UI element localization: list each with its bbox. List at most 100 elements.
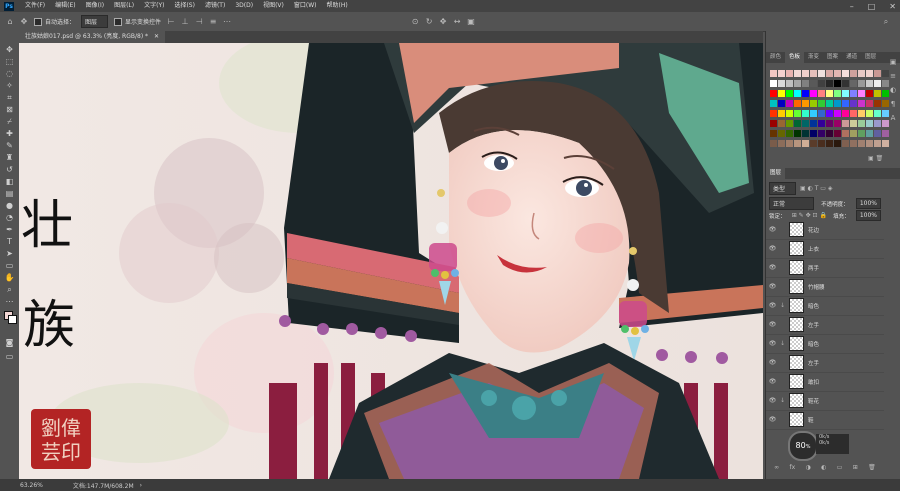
swatch-chip[interactable] xyxy=(818,80,825,87)
more-tools-icon[interactable]: ⋯ xyxy=(4,296,15,307)
layer-row[interactable]: 👁 两手 xyxy=(766,258,884,278)
swatch-chip[interactable] xyxy=(858,130,865,137)
swatch-chip[interactable] xyxy=(834,140,841,147)
eye-icon[interactable]: 👁 xyxy=(768,359,777,366)
swatch-chip[interactable] xyxy=(834,110,841,117)
minimize-icon[interactable]: – xyxy=(850,2,854,11)
3d-mode-icon[interactable]: ⊙ xyxy=(411,17,419,26)
swatch-chip[interactable] xyxy=(810,120,817,127)
swatch-chip[interactable] xyxy=(770,120,777,127)
swatch-chip[interactable] xyxy=(794,70,801,77)
eye-icon[interactable]: 👁 xyxy=(768,245,777,252)
tab-channels[interactable]: 通道 xyxy=(842,52,861,63)
swatch-chip[interactable] xyxy=(770,80,777,87)
swatch-chip[interactable] xyxy=(794,140,801,147)
swatch-chip[interactable] xyxy=(786,110,793,117)
swatch-chip[interactable] xyxy=(802,140,809,147)
status-arrow-icon[interactable]: › xyxy=(140,482,142,489)
canvas[interactable]: 壮 族 劉偉 芸印 xyxy=(19,43,763,479)
swatch-chip[interactable] xyxy=(802,130,809,137)
align-left-icon[interactable]: ⊢ xyxy=(167,17,175,26)
swatch-chip[interactable] xyxy=(858,100,865,107)
tab-color[interactable]: 颜色 xyxy=(766,52,785,63)
camera-icon[interactable]: ▣ xyxy=(467,17,475,26)
color-swatches-icon[interactable] xyxy=(4,311,17,324)
show-transform-option[interactable]: 显示变换控件 xyxy=(114,17,161,26)
swatch-chip[interactable] xyxy=(786,70,793,77)
swatch-chip[interactable] xyxy=(834,90,841,97)
swatch-chip[interactable] xyxy=(786,140,793,147)
swatch-chip[interactable] xyxy=(778,70,785,77)
tab-patterns[interactable]: 图案 xyxy=(823,52,842,63)
swatch-chip[interactable] xyxy=(874,90,881,97)
eye-icon[interactable]: 👁 xyxy=(768,283,777,290)
swatch-chip[interactable] xyxy=(850,130,857,137)
align-right-icon[interactable]: ⊣ xyxy=(195,17,203,26)
swatch-chip[interactable] xyxy=(850,120,857,127)
swatch-chip[interactable] xyxy=(842,100,849,107)
swatch-chip[interactable] xyxy=(818,70,825,77)
eye-icon[interactable]: 👁 xyxy=(768,264,777,271)
fx-icon[interactable]: fx xyxy=(790,464,796,476)
new-layer-icon[interactable]: ⊞ xyxy=(853,464,858,476)
swatch-chip[interactable] xyxy=(794,90,801,97)
more-options-icon[interactable]: ⋯ xyxy=(223,17,231,26)
menu-3d[interactable]: 3D(D) xyxy=(230,0,258,12)
swatch-chip[interactable] xyxy=(834,120,841,127)
quick-mask-icon[interactable]: ◙ xyxy=(4,337,15,348)
type-tool-icon[interactable]: T xyxy=(4,236,15,247)
paragraph-icon[interactable]: ¶ xyxy=(886,97,900,111)
menu-filter[interactable]: 滤镜(T) xyxy=(200,0,230,12)
tab-layers-top[interactable]: 图层 xyxy=(861,52,880,63)
eye-icon[interactable]: 👁 xyxy=(768,226,777,233)
swatch-chip[interactable] xyxy=(842,90,849,97)
swatch-chip[interactable] xyxy=(802,110,809,117)
swatch-chip[interactable] xyxy=(802,80,809,87)
swatch-chip[interactable] xyxy=(794,110,801,117)
menu-view[interactable]: 视图(V) xyxy=(258,0,289,12)
maximize-icon[interactable]: □ xyxy=(868,2,876,11)
swatch-chip[interactable] xyxy=(826,130,833,137)
swatch-chip[interactable] xyxy=(778,100,785,107)
swatch-chip[interactable] xyxy=(826,120,833,127)
auto-select-dropdown[interactable]: 图层 xyxy=(81,15,109,28)
swatch-chip[interactable] xyxy=(802,90,809,97)
move-tool-icon[interactable]: ✥ xyxy=(20,17,28,26)
eraser-icon[interactable]: ◧ xyxy=(4,176,15,187)
auto-select-checkbox[interactable] xyxy=(34,17,42,26)
layer-row[interactable]: 👁 ↓ 鞋花 xyxy=(766,391,884,411)
swatch-chip[interactable] xyxy=(842,140,849,147)
slide-3d-icon[interactable]: ↔ xyxy=(453,17,461,26)
swatch-chip[interactable] xyxy=(786,120,793,127)
eye-icon[interactable]: 👁 xyxy=(768,302,777,309)
swatch-chip[interactable] xyxy=(778,80,785,87)
swatch-chip[interactable] xyxy=(770,140,777,147)
swatch-chip[interactable] xyxy=(786,90,793,97)
history-brush-icon[interactable]: ↺ xyxy=(4,164,15,175)
swatch-chip[interactable] xyxy=(874,100,881,107)
move-tool-icon[interactable]: ✥ xyxy=(4,44,15,55)
swatch-chip[interactable] xyxy=(810,130,817,137)
home-icon[interactable]: ⌂ xyxy=(6,17,14,26)
swatch-chip[interactable] xyxy=(866,110,873,117)
layer-row[interactable]: 👁 敢扣 xyxy=(766,372,884,392)
swatch-chip[interactable] xyxy=(850,80,857,87)
layer-row[interactable]: 👁 花边 xyxy=(766,220,884,240)
swatch-chip[interactable] xyxy=(810,110,817,117)
swatch-chip[interactable] xyxy=(858,90,865,97)
swatch-chip[interactable] xyxy=(818,130,825,137)
zoom-level[interactable]: 63.26% xyxy=(20,482,43,489)
swatch-chip[interactable] xyxy=(778,90,785,97)
close-icon[interactable]: ✕ xyxy=(889,2,896,11)
path-select-icon[interactable]: ➤ xyxy=(4,248,15,259)
document-size[interactable]: 文档:147.7M/608.2M xyxy=(73,481,134,490)
eye-icon[interactable]: 👁 xyxy=(768,397,777,404)
swatch-chip[interactable] xyxy=(866,80,873,87)
brush-tool-icon[interactable]: ✎ xyxy=(4,140,15,151)
rotate-3d-icon[interactable]: ↻ xyxy=(425,17,433,26)
menu-help[interactable]: 帮助(H) xyxy=(322,0,353,12)
layer-row[interactable]: 👁 ↓ 暗色 xyxy=(766,296,884,316)
tab-swatches[interactable]: 色板 xyxy=(785,52,805,63)
adjustment-icon[interactable]: ◐ xyxy=(821,464,826,476)
swatch-chip[interactable] xyxy=(818,110,825,117)
